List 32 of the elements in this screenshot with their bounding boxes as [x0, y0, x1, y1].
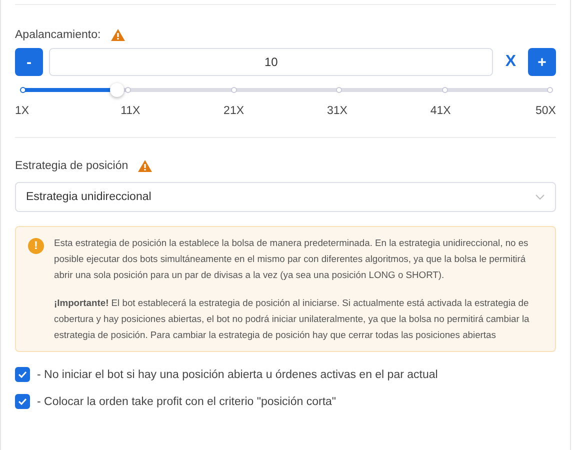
warning-icon [138, 160, 152, 172]
slider-handle[interactable] [110, 83, 124, 97]
tick-label: 1X [15, 105, 30, 117]
slider-stop [20, 87, 26, 93]
tick-label: 21X [222, 105, 246, 117]
slider-stop [336, 87, 342, 93]
exclamation-icon: ! [28, 238, 44, 254]
tick-label: 41X [429, 105, 452, 117]
warning-icon [110, 29, 125, 41]
increase-button[interactable]: + [528, 48, 556, 76]
strategy-select[interactable]: Estrategia unidireccional [15, 182, 556, 212]
tick-label: 11X [120, 105, 142, 117]
slider-stop [230, 87, 237, 93]
unit-label: X [504, 53, 517, 71]
leverage-label: Apalancamiento: [15, 29, 101, 41]
chevron-down-icon [535, 194, 545, 200]
option-label: - No iniciar el bot si hay una posición abierta u órdenes activas en el par actual [37, 368, 438, 380]
tick-label: 31X [326, 105, 348, 117]
check-icon [18, 371, 27, 378]
checkbox[interactable] [15, 367, 30, 382]
alert-text: ¡Importante! El bot establecerá la estrategia de posición al iniciarse. Si actualmente está activada la estrategia de cobertura y hay posiciones abiertas, el bot no podrá iniciar unilateralmente, ya que la bolsa no permitirá cambiar la estrategia de posición. Para cambiar la estrategia de posición hay que cerrar todas las posiciones abiertas [54, 296, 530, 342]
slider-stop [125, 87, 132, 93]
alert-text: Esta estrategia de posición la establece la bolsa de manera predeterminada. En la estrategia unidireccional, no es posible ejecutar dos bots simultáneamente en el mismo par con diferentes algoritmos, ya que la bolsa le permitirá abrir una sola posición para un par de divisas a la vez (ya sea una posición LONG o SHORT). [54, 236, 530, 282]
strategy-label: Estrategia de posición [15, 160, 128, 172]
checkbox[interactable] [15, 394, 30, 409]
check-icon [18, 398, 27, 405]
slider-stop [547, 87, 553, 93]
leverage-input[interactable]: 10 [49, 48, 494, 76]
option-label: - Colocar la orden take profit con el criterio "posición corta" [37, 396, 336, 408]
decrease-button[interactable]: - [15, 48, 43, 76]
tick-label: 50X [534, 105, 556, 117]
slider-stop [442, 87, 448, 93]
